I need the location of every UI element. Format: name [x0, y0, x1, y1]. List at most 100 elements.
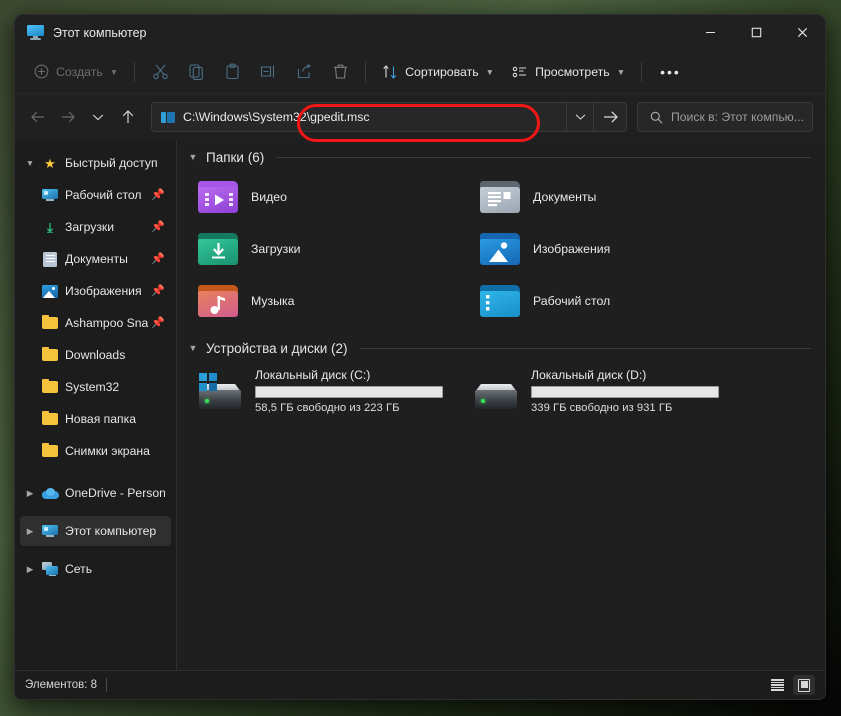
chevron-down-icon: ▼: [486, 67, 494, 77]
search-input[interactable]: Поиск в: Этот компью...: [637, 102, 813, 132]
folder-tile-music[interactable]: Музыка: [191, 275, 443, 327]
sidebar-item-label: Изображения: [65, 284, 149, 298]
sidebar-item-network[interactable]: ▶ Сеть: [20, 554, 171, 584]
sidebar-item-system32[interactable]: System32: [20, 372, 171, 402]
close-button[interactable]: [779, 15, 825, 50]
folder-tile-label: Видео: [251, 190, 287, 204]
sidebar-item-label: Документы: [65, 252, 149, 266]
navigation-pane: ▼ ★ Быстрый доступ Рабочий стол 📌 ⤓ Загр…: [15, 140, 177, 670]
sidebar-item-ashampoo-snap[interactable]: Ashampoo Sna 📌: [20, 308, 171, 338]
address-dropdown-button[interactable]: [566, 102, 593, 132]
up-button[interactable]: [113, 102, 143, 132]
maximize-button[interactable]: [733, 15, 779, 50]
sidebar-item-desktop[interactable]: Рабочий стол 📌: [20, 180, 171, 210]
title-bar: Этот компьютер: [15, 15, 825, 50]
address-input[interactable]: C:\Windows\System32\gpedit.msc: [151, 102, 566, 132]
back-button[interactable]: [23, 102, 53, 132]
sort-button[interactable]: Сортировать ▼: [373, 57, 503, 87]
video-folder-icon: [197, 179, 239, 215]
folders-group-header[interactable]: ▼ Папки (6): [187, 150, 811, 165]
cut-button[interactable]: [142, 57, 178, 87]
chevron-down-icon: [575, 113, 586, 121]
sidebar-item-onedrive[interactable]: ▶ OneDrive - Personal: [20, 478, 171, 508]
chevron-down-icon: [92, 113, 104, 122]
sidebar-item-documents[interactable]: Документы 📌: [20, 244, 171, 274]
folder-tile-pictures[interactable]: Изображения: [473, 223, 725, 275]
sidebar-item-label: Downloads: [65, 348, 165, 362]
sidebar-item-label: Рабочий стол: [65, 188, 149, 202]
drive-tile-d[interactable]: Локальный диск (D:) 339 ГБ свободно из 9…: [467, 362, 725, 420]
window-title: Этот компьютер: [53, 26, 146, 40]
pictures-folder-icon: [479, 231, 521, 267]
folder-icon: [40, 349, 60, 361]
chevron-down-icon: ▼: [187, 344, 199, 353]
forward-button[interactable]: [53, 102, 83, 132]
folder-tile-label: Загрузки: [251, 242, 301, 256]
pin-icon: 📌: [151, 190, 165, 201]
address-go-button[interactable]: [593, 102, 627, 132]
arrow-left-icon: [30, 110, 46, 124]
sidebar-item-label: Загрузки: [65, 220, 149, 234]
folder-tile-video[interactable]: Видео: [191, 171, 443, 223]
folder-tile-downloads[interactable]: Загрузки: [191, 223, 443, 275]
pin-icon: 📌: [151, 318, 165, 329]
chevron-down-icon: ▼: [20, 159, 40, 168]
address-path-text: C:\Windows\System32\gpedit.msc: [183, 110, 370, 124]
chevron-down-icon: ▼: [110, 67, 118, 77]
address-bar-row: C:\Windows\System32\gpedit.msc Поиск в:: [15, 94, 825, 140]
tile-view-icon: [798, 679, 810, 692]
arrow-up-icon: [121, 109, 135, 125]
hdd-windows-icon: [197, 373, 243, 411]
folder-tile-label: Музыка: [251, 294, 295, 308]
rename-button[interactable]: [250, 57, 286, 87]
share-icon: [296, 63, 313, 80]
new-button[interactable]: Создать ▼: [25, 57, 127, 87]
sidebar-item-screenshots[interactable]: Снимки экрана: [20, 436, 171, 466]
sidebar-item-pictures[interactable]: Изображения 📌: [20, 276, 171, 306]
drives-group-title: Устройства и диски (2): [206, 341, 348, 356]
sidebar-group-quick-access[interactable]: ▼ ★ Быстрый доступ: [20, 148, 171, 178]
list-view-button[interactable]: [766, 675, 788, 695]
address-bar-container: C:\Windows\System32\gpedit.msc: [151, 102, 627, 132]
drives-grid: Локальный диск (C:) 58,5 ГБ свободно из …: [187, 362, 811, 420]
drives-group-header[interactable]: ▼ Устройства и диски (2): [187, 341, 811, 356]
sidebar-item-downloads[interactable]: ⤓ Загрузки 📌: [20, 212, 171, 242]
paste-button[interactable]: [214, 57, 250, 87]
copy-button[interactable]: [178, 57, 214, 87]
toolbar-divider-3: [641, 62, 642, 82]
search-placeholder: Поиск в: Этот компью...: [671, 110, 804, 124]
chevron-down-icon: ▼: [617, 67, 625, 77]
search-icon: [650, 111, 663, 124]
pin-icon: 📌: [151, 222, 165, 233]
folder-tile-documents[interactable]: Документы: [473, 171, 725, 223]
more-options-button[interactable]: •••: [649, 57, 692, 87]
plus-circle-icon: [34, 64, 49, 79]
folder-tile-desktop[interactable]: Рабочий стол: [473, 275, 725, 327]
network-icon: [40, 562, 60, 577]
download-icon: ⤓: [40, 221, 60, 234]
drive-capacity-bar: [531, 386, 719, 398]
view-button-label: Просмотреть: [535, 65, 610, 79]
sidebar-item-new-folder[interactable]: Новая папка: [20, 404, 171, 434]
toolbar-divider-2: [365, 62, 366, 82]
delete-button[interactable]: [322, 57, 358, 87]
chevron-down-icon: ▼: [187, 153, 199, 162]
tile-view-button[interactable]: [793, 675, 815, 695]
minimize-button[interactable]: [687, 15, 733, 50]
share-button[interactable]: [286, 57, 322, 87]
music-folder-icon: [197, 283, 239, 319]
recent-locations-button[interactable]: [83, 102, 113, 132]
drive-free-text: 58,5 ГБ свободно из 223 ГБ: [255, 402, 443, 414]
sidebar-item-label: OneDrive - Personal: [65, 486, 165, 500]
chevron-right-icon: ▶: [20, 565, 40, 574]
view-button[interactable]: Просмотреть ▼: [503, 57, 634, 87]
sidebar-item-downloads-folder[interactable]: Downloads: [20, 340, 171, 370]
drive-tile-c[interactable]: Локальный диск (C:) 58,5 ГБ свободно из …: [191, 362, 449, 420]
downloads-folder-icon: [197, 231, 239, 267]
view-list-icon: [512, 64, 528, 80]
clipboard-icon: [224, 63, 241, 80]
folder-icon: [40, 381, 60, 393]
sidebar-item-this-pc[interactable]: ▶ Этот компьютер: [20, 516, 171, 546]
sidebar-group-label: Быстрый доступ: [65, 156, 165, 170]
copy-icon: [188, 63, 205, 80]
